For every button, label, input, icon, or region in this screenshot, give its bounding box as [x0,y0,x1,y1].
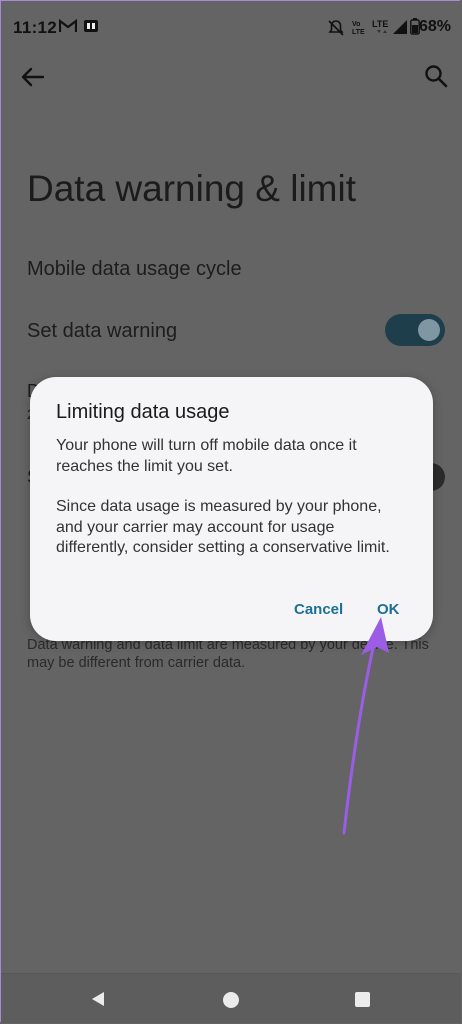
sim-icon [84,20,98,32]
svg-text:LTE: LTE [372,19,388,29]
search-icon[interactable] [422,62,450,90]
dialog-title: Limiting data usage [56,401,230,423]
volte-icon: Vo LTE [352,21,365,36]
battery-percent: 68% [418,18,451,35]
lte-icon: LTE [372,19,388,33]
signal-icon [393,20,407,34]
annotation-arrow-icon [342,617,389,835]
recents-square-icon[interactable] [355,992,370,1007]
arrow-left-icon[interactable] [19,63,47,91]
svg-text:LTE: LTE [352,29,365,36]
screen: 11:12 Vo LTE LTE 68% Data warning & limi… [1,1,461,1023]
set-data-warning-toggle[interactable] [385,314,445,346]
limiting-data-usage-dialog: Limiting data usage Your phone will turn… [30,377,433,641]
svg-text:Vo: Vo [352,21,360,28]
gmail-icon [59,19,77,32]
dialog-paragraph-1: Your phone will turn off mobile data onc… [56,437,357,475]
toggle-knob [418,319,440,341]
mute-icon [328,20,344,36]
page-title: Data warning & limit [27,168,357,209]
status-bar: 11:12 Vo LTE LTE 68% [1,1,461,55]
mobile-data-usage-cycle-item[interactable]: Mobile data usage cycle [27,258,242,281]
navigation-bar [1,973,461,1023]
dialog-body: Your phone will turn off mobile data onc… [56,436,411,579]
set-data-warning-label[interactable]: Set data warning [27,320,177,343]
dialog-paragraph-2: Since data usage is measured by your pho… [56,498,390,556]
back-triangle-icon[interactable] [90,991,106,1007]
home-circle-icon[interactable] [223,992,239,1008]
status-time: 11:12 [13,18,58,37]
